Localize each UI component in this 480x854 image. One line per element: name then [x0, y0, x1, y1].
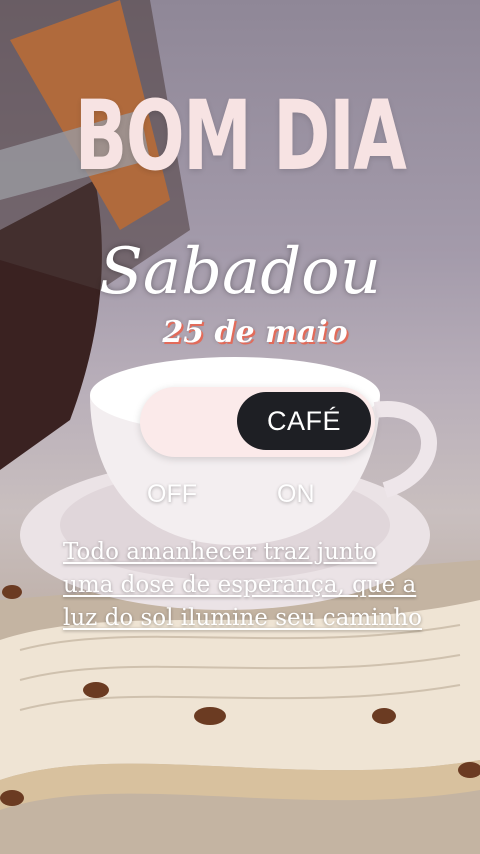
date-text: 25 de maio: [162, 315, 348, 350]
background-photo: BOM DIA Sabadou 25 de maio CAFÉ OFF ON T…: [0, 0, 480, 854]
day-script-text: Sabadou: [99, 235, 381, 309]
greeting-title: BOM DIA: [74, 80, 407, 192]
toggle-off-label: OFF: [147, 480, 197, 508]
quote-text: Todo amanhecer traz junto uma dose de es…: [63, 539, 422, 631]
toggle-on-label: ON: [277, 480, 315, 508]
toggle-knob[interactable]: CAFÉ: [237, 392, 371, 450]
coffee-toggle[interactable]: CAFÉ: [140, 387, 375, 457]
